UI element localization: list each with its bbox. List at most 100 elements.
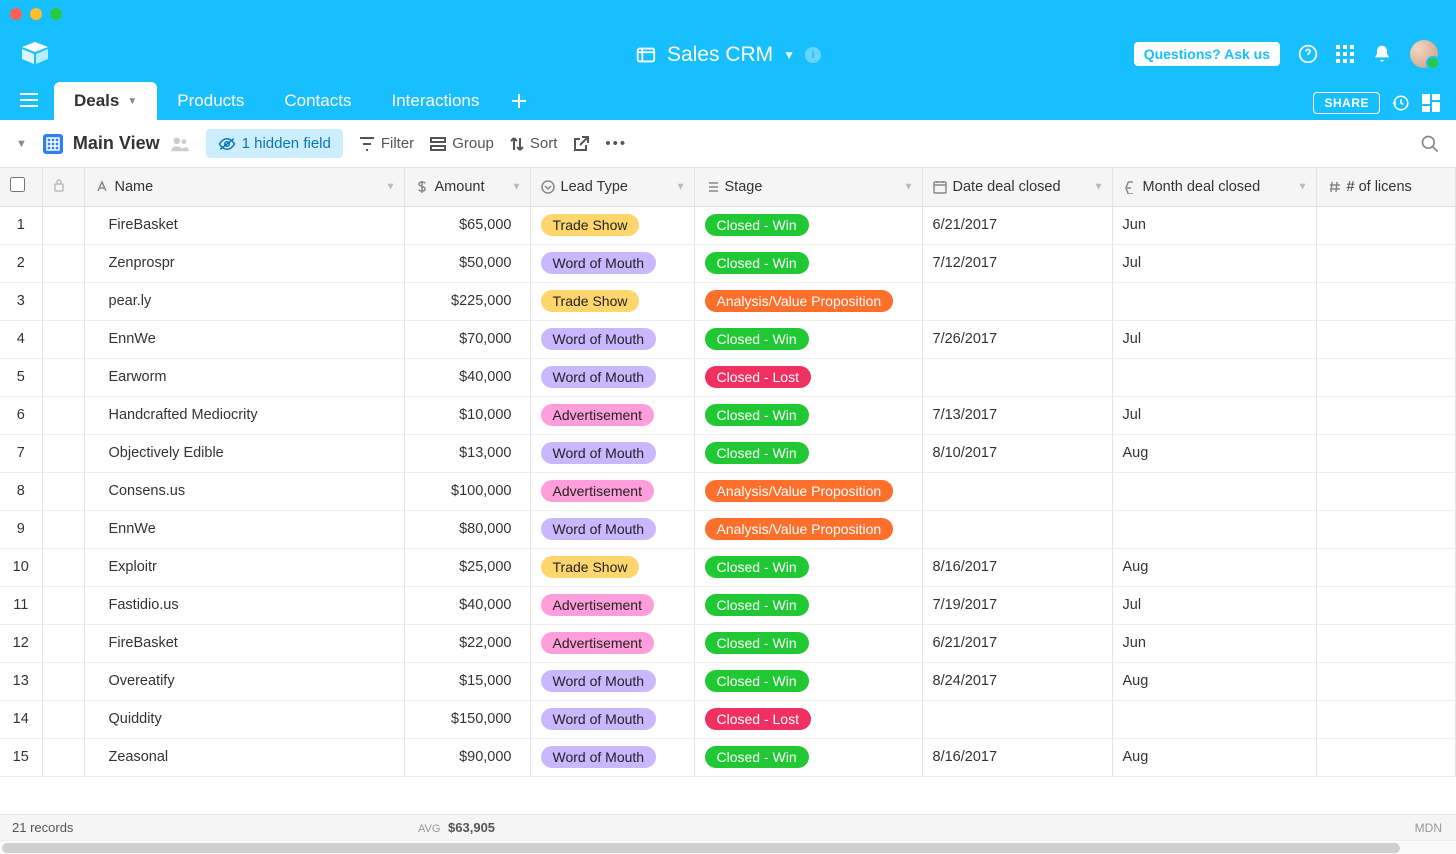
cell-name[interactable]: FireBasket bbox=[84, 624, 404, 662]
row-expand-cell[interactable] bbox=[42, 434, 84, 472]
cell-month-closed[interactable] bbox=[1112, 472, 1316, 510]
search-button[interactable] bbox=[1420, 134, 1440, 154]
cell-name[interactable]: Earworm bbox=[84, 358, 404, 396]
share-view-button[interactable] bbox=[573, 136, 589, 152]
minimize-window-icon[interactable] bbox=[30, 8, 42, 20]
cell-stage[interactable]: Closed - Win bbox=[694, 320, 922, 358]
history-icon[interactable] bbox=[1392, 94, 1410, 112]
cell-amount[interactable]: $80,000 bbox=[404, 510, 530, 548]
cell-amount[interactable]: $25,000 bbox=[404, 548, 530, 586]
cell-month-closed[interactable]: Jun bbox=[1112, 624, 1316, 662]
cell-amount[interactable]: $40,000 bbox=[404, 586, 530, 624]
chevron-down-icon[interactable]: ▼ bbox=[512, 181, 522, 192]
more-options-button[interactable]: ••• bbox=[605, 135, 627, 152]
cell-licenses[interactable] bbox=[1316, 396, 1456, 434]
column-header-month-closed[interactable]: Month deal closed▼ bbox=[1112, 168, 1316, 206]
notifications-icon[interactable] bbox=[1372, 44, 1392, 64]
cell-lead-type[interactable]: Word of Mouth bbox=[530, 434, 694, 472]
tab-products[interactable]: Products bbox=[157, 82, 264, 120]
chevron-down-icon[interactable]: ▼ bbox=[676, 181, 686, 192]
share-button[interactable]: SHARE bbox=[1313, 92, 1380, 114]
sort-button[interactable]: Sort bbox=[510, 135, 558, 152]
cell-date-closed[interactable] bbox=[922, 472, 1112, 510]
column-summary-amount[interactable]: AVG $63,905 bbox=[418, 820, 495, 835]
table-row[interactable]: 5Earworm$40,000Word of MouthClosed - Los… bbox=[0, 358, 1456, 396]
cell-name[interactable]: FireBasket bbox=[84, 206, 404, 244]
filter-button[interactable]: Filter bbox=[359, 135, 414, 152]
cell-licenses[interactable] bbox=[1316, 548, 1456, 586]
cell-stage[interactable]: Closed - Win bbox=[694, 624, 922, 662]
cell-month-closed[interactable]: Aug bbox=[1112, 548, 1316, 586]
cell-date-closed[interactable] bbox=[922, 282, 1112, 320]
chevron-down-icon[interactable]: ▼ bbox=[1094, 181, 1104, 192]
chevron-down-icon[interactable]: ▼ bbox=[386, 181, 396, 192]
cell-stage[interactable]: Closed - Lost bbox=[694, 700, 922, 738]
cell-licenses[interactable] bbox=[1316, 320, 1456, 358]
cell-date-closed[interactable]: 6/21/2017 bbox=[922, 624, 1112, 662]
cell-lead-type[interactable]: Advertisement bbox=[530, 586, 694, 624]
cell-lead-type[interactable]: Word of Mouth bbox=[530, 700, 694, 738]
cell-amount[interactable]: $70,000 bbox=[404, 320, 530, 358]
cell-date-closed[interactable]: 8/16/2017 bbox=[922, 738, 1112, 776]
column-header-licenses[interactable]: # of licens bbox=[1316, 168, 1456, 206]
row-expand-cell[interactable] bbox=[42, 586, 84, 624]
cell-stage[interactable]: Analysis/Value Proposition bbox=[694, 472, 922, 510]
row-number[interactable]: 2 bbox=[0, 244, 42, 282]
cell-date-closed[interactable] bbox=[922, 358, 1112, 396]
cell-lead-type[interactable]: Word of Mouth bbox=[530, 244, 694, 282]
cell-stage[interactable]: Analysis/Value Proposition bbox=[694, 510, 922, 548]
cell-month-closed[interactable]: Jul bbox=[1112, 586, 1316, 624]
cell-stage[interactable]: Closed - Win bbox=[694, 244, 922, 282]
cell-stage[interactable]: Closed - Win bbox=[694, 206, 922, 244]
row-expand-cell[interactable] bbox=[42, 548, 84, 586]
chevron-down-icon[interactable]: ▼ bbox=[904, 181, 914, 192]
cell-lead-type[interactable]: Advertisement bbox=[530, 472, 694, 510]
cell-date-closed[interactable]: 7/19/2017 bbox=[922, 586, 1112, 624]
cell-month-closed[interactable] bbox=[1112, 700, 1316, 738]
cell-stage[interactable]: Closed - Win bbox=[694, 548, 922, 586]
cell-amount[interactable]: $100,000 bbox=[404, 472, 530, 510]
cell-amount[interactable]: $22,000 bbox=[404, 624, 530, 662]
ask-questions-button[interactable]: Questions? Ask us bbox=[1134, 42, 1280, 66]
cell-amount[interactable]: $150,000 bbox=[404, 700, 530, 738]
cell-name[interactable]: Zenprospr bbox=[84, 244, 404, 282]
table-row[interactable]: 10Exploitr$25,000Trade ShowClosed - Win8… bbox=[0, 548, 1456, 586]
row-number[interactable]: 15 bbox=[0, 738, 42, 776]
view-switcher[interactable]: Main View bbox=[43, 133, 190, 154]
table-row[interactable]: 15Zeasonal$90,000Word of MouthClosed - W… bbox=[0, 738, 1456, 776]
column-header-lead-type[interactable]: Lead Type▼ bbox=[530, 168, 694, 206]
cell-month-closed[interactable]: Aug bbox=[1112, 662, 1316, 700]
row-number[interactable]: 1 bbox=[0, 206, 42, 244]
table-row[interactable]: 9EnnWe$80,000Word of MouthAnalysis/Value… bbox=[0, 510, 1456, 548]
cell-name[interactable]: EnnWe bbox=[84, 320, 404, 358]
cell-licenses[interactable] bbox=[1316, 586, 1456, 624]
cell-stage[interactable]: Closed - Win bbox=[694, 586, 922, 624]
cell-lead-type[interactable]: Word of Mouth bbox=[530, 738, 694, 776]
chevron-down-icon[interactable]: ▼ bbox=[1298, 181, 1308, 192]
cell-date-closed[interactable] bbox=[922, 510, 1112, 548]
cell-lead-type[interactable]: Trade Show bbox=[530, 206, 694, 244]
cell-month-closed[interactable]: Jul bbox=[1112, 244, 1316, 282]
cell-name[interactable]: Objectively Edible bbox=[84, 434, 404, 472]
cell-name[interactable]: Fastidio.us bbox=[84, 586, 404, 624]
cell-month-closed[interactable]: Jul bbox=[1112, 320, 1316, 358]
cell-lead-type[interactable]: Advertisement bbox=[530, 624, 694, 662]
cell-name[interactable]: Zeasonal bbox=[84, 738, 404, 776]
cell-licenses[interactable] bbox=[1316, 244, 1456, 282]
row-number[interactable]: 4 bbox=[0, 320, 42, 358]
cell-lead-type[interactable]: Word of Mouth bbox=[530, 662, 694, 700]
row-expand-cell[interactable] bbox=[42, 320, 84, 358]
cell-month-closed[interactable]: Jul bbox=[1112, 396, 1316, 434]
menu-icon[interactable] bbox=[12, 83, 46, 117]
cell-date-closed[interactable]: 8/10/2017 bbox=[922, 434, 1112, 472]
tab-deals[interactable]: Deals▼ bbox=[54, 82, 157, 120]
cell-lead-type[interactable]: Word of Mouth bbox=[530, 510, 694, 548]
collaborators-icon[interactable] bbox=[170, 136, 190, 152]
table-row[interactable]: 6Handcrafted Mediocrity$10,000Advertisem… bbox=[0, 396, 1456, 434]
cell-date-closed[interactable]: 8/16/2017 bbox=[922, 548, 1112, 586]
cell-lead-type[interactable]: Advertisement bbox=[530, 396, 694, 434]
add-table-button[interactable] bbox=[505, 87, 533, 115]
cell-lead-type[interactable]: Trade Show bbox=[530, 548, 694, 586]
row-number[interactable]: 13 bbox=[0, 662, 42, 700]
cell-name[interactable]: Overeatify bbox=[84, 662, 404, 700]
